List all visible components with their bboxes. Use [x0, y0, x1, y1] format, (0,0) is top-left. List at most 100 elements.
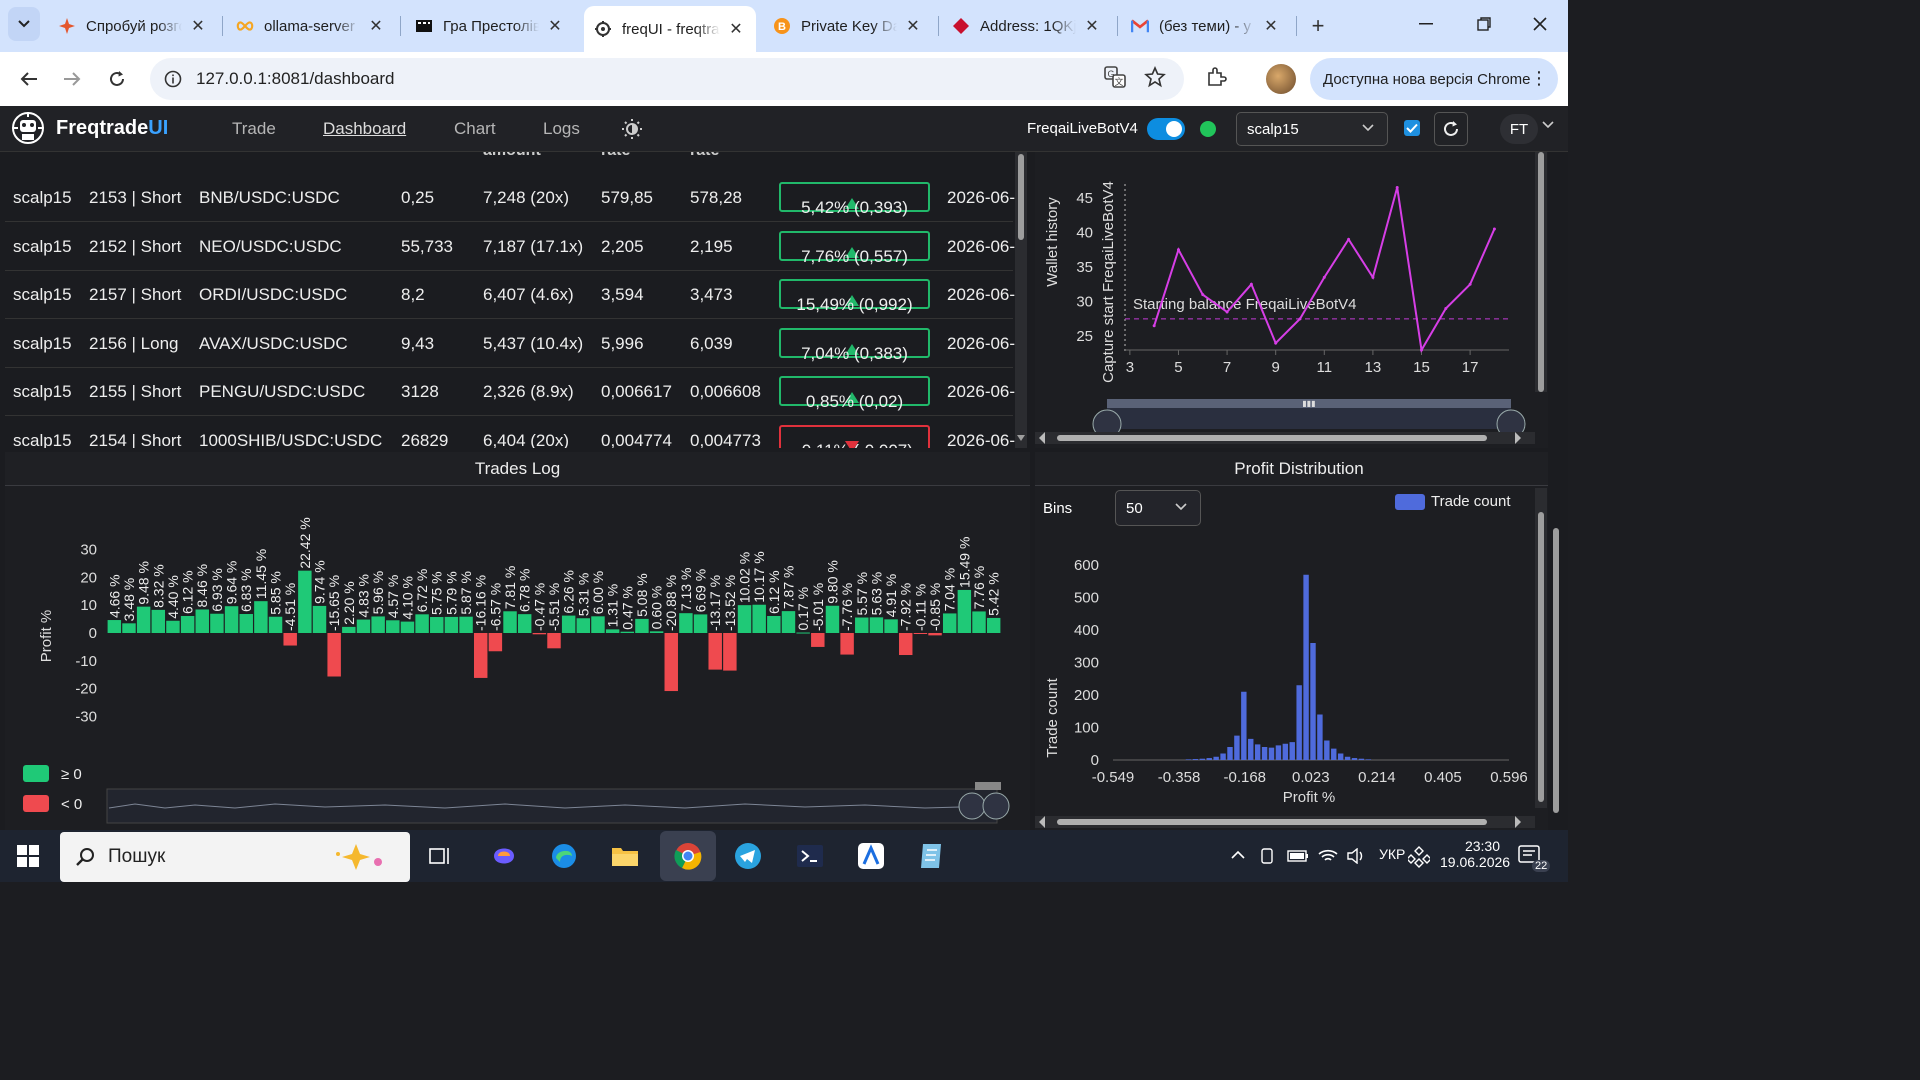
nav-trade[interactable]: Trade — [232, 119, 276, 139]
table-row[interactable]: scalp15 2152 | Short NEO/USDC:USDC 55,733 7,… — [5, 223, 1015, 271]
user-menu[interactable]: FT — [1500, 114, 1538, 144]
trade-bar[interactable] — [811, 633, 825, 647]
browser-tab-2[interactable]: ollama-server ✕ — [226, 6, 396, 46]
histogram-bar[interactable] — [1303, 574, 1309, 760]
system-clock[interactable]: 23:30 19.06.2026 — [1440, 838, 1510, 870]
trade-bar[interactable] — [342, 626, 356, 633]
battery-icon[interactable] — [1287, 849, 1309, 863]
scrollbar-thumb[interactable] — [1057, 435, 1487, 441]
histogram-bar[interactable] — [1310, 643, 1316, 760]
scrollbar-thumb[interactable] — [1057, 819, 1487, 825]
trade-bar[interactable] — [444, 616, 459, 633]
legend-label-positive[interactable]: ≥ 0 — [61, 766, 82, 783]
reload-button[interactable] — [100, 62, 134, 96]
trade-bar[interactable] — [239, 614, 253, 633]
table-row[interactable]: scalp15 2154 | Short 1000SHIB/USDC:USDC 268… — [5, 417, 1015, 448]
wallet-point[interactable] — [1371, 275, 1375, 279]
histogram-bar[interactable] — [1317, 714, 1323, 761]
trade-bar[interactable] — [796, 632, 810, 634]
column-header[interactable]: amount — [483, 152, 541, 160]
wallet-point[interactable] — [1274, 341, 1278, 345]
browser-tab-1[interactable]: Спробуй розгорнути ✕ — [48, 6, 218, 46]
histogram-bar[interactable] — [1192, 759, 1199, 760]
trade-bar[interactable] — [752, 604, 766, 633]
app-a-icon[interactable] — [853, 838, 889, 874]
forward-button[interactable] — [55, 62, 89, 96]
table-scrollbar[interactable] — [1015, 152, 1027, 448]
trade-bar[interactable] — [210, 613, 224, 633]
close-icon[interactable]: ✕ — [545, 16, 565, 36]
restore-button[interactable] — [1464, 8, 1504, 40]
trade-bar[interactable] — [913, 633, 928, 634]
histogram-bar[interactable] — [1254, 744, 1261, 760]
language-indicator[interactable]: УКР — [1379, 846, 1405, 862]
wallet-point[interactable] — [1225, 310, 1229, 314]
browser-tab-7[interactable]: (без теми) - у ✕ — [1121, 6, 1291, 46]
trade-bar[interactable] — [928, 633, 942, 636]
histogram-bar[interactable] — [1351, 758, 1358, 760]
trade-bar[interactable] — [473, 633, 488, 678]
close-window-button[interactable] — [1520, 8, 1560, 40]
trade-bar[interactable] — [723, 633, 737, 671]
histogram-bar[interactable] — [1220, 753, 1226, 761]
trade-bar[interactable] — [386, 620, 400, 633]
wallet-point[interactable] — [1298, 317, 1302, 321]
trade-bar[interactable] — [107, 620, 122, 633]
trade-bar[interactable] — [649, 631, 664, 633]
histogram-bar[interactable] — [1324, 740, 1330, 761]
histogram-bar[interactable] — [1344, 756, 1351, 760]
trade-bar[interactable] — [268, 616, 283, 633]
close-icon[interactable]: ✕ — [1261, 16, 1281, 36]
chevron-up-icon[interactable] — [1230, 850, 1246, 860]
histogram-bar[interactable] — [1261, 747, 1268, 760]
trade-bar[interactable] — [180, 615, 195, 633]
scrollbar-thumb[interactable] — [1538, 512, 1544, 802]
trade-bar[interactable] — [195, 609, 209, 633]
back-button[interactable] — [12, 62, 46, 96]
scrollbar-thumb[interactable] — [1553, 528, 1559, 813]
wallet-history-chart[interactable]: Wallet history Capture start FreqaiLiveB… — [1035, 152, 1563, 448]
trade-bar[interactable] — [884, 619, 898, 633]
address-bar[interactable]: 127.0.0.1:8081/dashboard — [150, 58, 1184, 100]
trade-bar[interactable] — [122, 623, 136, 633]
column-header[interactable]: rate — [690, 152, 719, 160]
trade-bar[interactable] — [767, 615, 781, 633]
trade-bar[interactable] — [430, 617, 444, 633]
trade-bar[interactable] — [825, 605, 840, 633]
task-view-icon[interactable] — [422, 838, 458, 874]
histogram-bar[interactable] — [1213, 756, 1219, 760]
all-bots-checkbox[interactable] — [1404, 120, 1420, 136]
chrome-update-button[interactable]: Доступна нова версія Chrome ⋮ — [1310, 58, 1558, 100]
scrollbar-thumb[interactable] — [1018, 154, 1024, 240]
browser-tab-6[interactable]: Address: 1QKj ✕ — [942, 6, 1112, 46]
trade-bar[interactable] — [620, 631, 635, 633]
site-info-icon[interactable] — [162, 68, 184, 90]
trade-bar[interactable] — [957, 589, 972, 633]
chrome-taskbar-icon[interactable] — [660, 831, 716, 881]
legend-swatch-positive[interactable] — [23, 765, 49, 782]
trade-bar[interactable] — [488, 633, 503, 652]
trade-bar[interactable] — [737, 605, 752, 633]
brand[interactable]: FreqtradeUI — [10, 110, 168, 146]
wallet-point[interactable] — [1468, 282, 1472, 286]
wallet-point[interactable] — [1152, 324, 1156, 328]
copilot-icon[interactable] — [486, 838, 522, 874]
scroll-down-arrow-icon[interactable] — [1016, 434, 1026, 442]
trade-bar[interactable] — [254, 601, 268, 633]
slider-grip-icon[interactable]: ▮▮▮ — [1302, 399, 1315, 408]
taskbar-search[interactable]: Пошук — [60, 832, 410, 882]
trade-bar[interactable] — [283, 633, 297, 646]
wallet-point[interactable] — [1420, 348, 1424, 352]
wallet-point[interactable] — [1347, 237, 1351, 241]
trade-bar[interactable] — [547, 633, 561, 649]
tab-search-button[interactable] — [8, 7, 40, 41]
close-icon[interactable]: ✕ — [188, 16, 208, 36]
close-icon[interactable]: ✕ — [366, 16, 386, 36]
nav-logs[interactable]: Logs — [543, 119, 580, 139]
histogram-bar[interactable] — [1275, 745, 1282, 760]
trade-bar[interactable] — [561, 615, 576, 633]
trade-bar[interactable] — [151, 609, 166, 633]
trade-bar[interactable] — [986, 617, 1001, 633]
wallet-point[interactable] — [1322, 275, 1326, 279]
bot-enable-toggle[interactable] — [1147, 118, 1185, 140]
